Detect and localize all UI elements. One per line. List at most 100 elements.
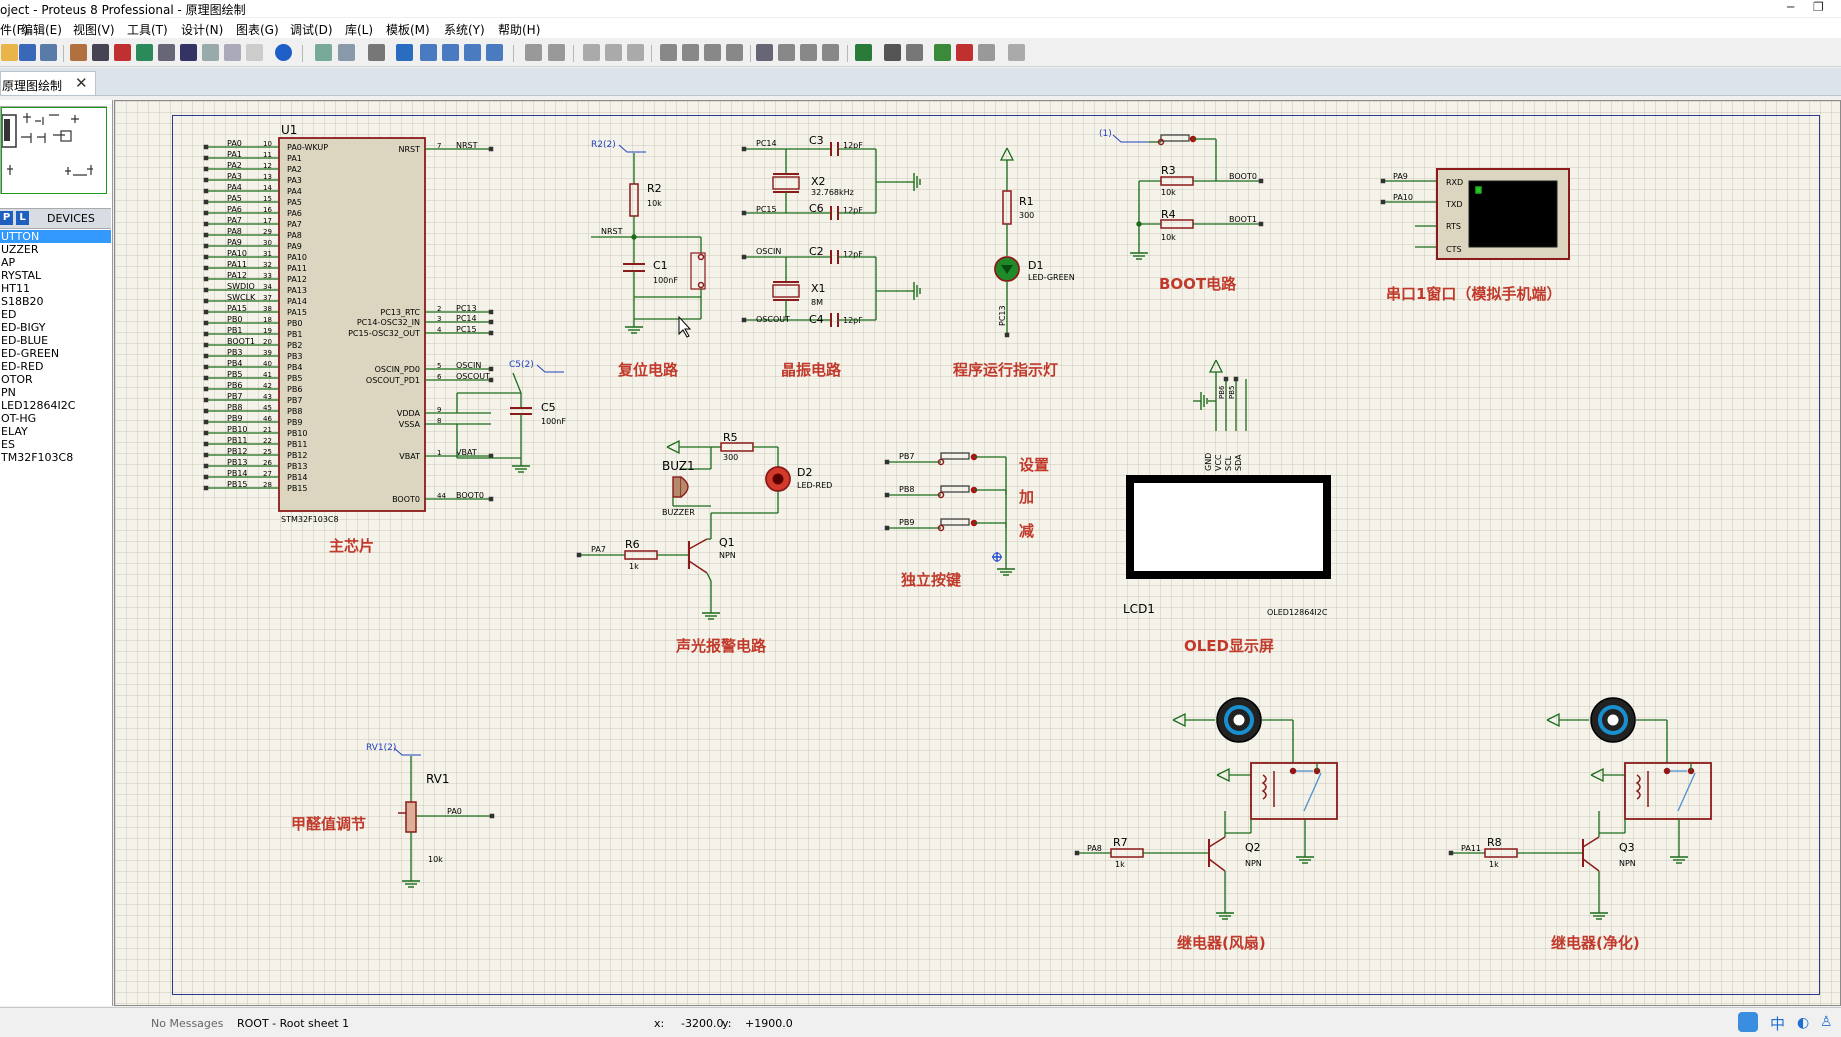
menu-bar: 件(F) 编辑(E) 视图(V) 工具(T) 设计(N) 图表(G) 调试(D)… [0,18,1841,38]
redo-icon[interactable] [548,44,565,61]
home-icon[interactable] [70,44,87,61]
device-list-item[interactable]: UTTON [0,230,111,243]
schematic-canvas[interactable]: U1 STM32F103C8 PA0 10 PA0-WKUP PA1 11 PA1 PA2 12 P… [114,100,1841,1006]
pin-end [741,210,747,216]
menu-view[interactable]: 视图(V) [73,21,115,38]
exit-to-parent-icon[interactable] [978,44,995,61]
ime-punctuation-icon[interactable]: ◐ [1797,1015,1809,1031]
search-icon[interactable] [884,44,901,61]
pc13-label: PC13 [998,305,1007,326]
origin-icon[interactable] [368,44,385,61]
menu-edit[interactable]: 编辑(E) [21,21,62,38]
close-tab-icon[interactable]: ✕ [75,74,88,92]
label-relay-purify: 继电器(净化) [1551,934,1640,952]
grid-icon[interactable] [338,44,355,61]
u1-pin-name: PA12 [287,275,307,284]
device-list-item[interactable]: HT11 [0,282,111,295]
x2-ref: X2 [811,175,826,188]
cut-icon[interactable] [583,44,600,61]
save-all-icon[interactable] [40,44,57,61]
zoom-area-icon[interactable] [486,44,503,61]
device-list-item[interactable]: ELAY [0,425,111,438]
device-list-item[interactable]: S18B20 [0,295,111,308]
menu-library[interactable]: 库(L) [345,21,373,38]
transistor [1582,858,1600,872]
source-icon[interactable] [224,44,241,61]
device-list-item[interactable]: ED-RED [0,360,111,373]
device-list-item[interactable]: ES [0,438,111,451]
ime-mode-indicator[interactable]: 中 [1770,1013,1785,1034]
notes-icon[interactable] [202,44,219,61]
remove-sheet-icon[interactable] [956,44,973,61]
u1-pin-net: PB10 [227,425,248,434]
zoom-out-icon[interactable] [442,44,459,61]
report-icon[interactable] [246,44,263,61]
menu-system[interactable]: 系统(Y) [444,21,485,38]
schematic-icon[interactable] [92,44,109,61]
zoom-all-icon[interactable] [464,44,481,61]
refresh-icon[interactable] [315,44,332,61]
relay-q-ref: Q3 [1619,841,1635,854]
decompose-icon[interactable] [822,44,839,61]
gerber-icon[interactable] [158,44,175,61]
pc15-label: PC15 [756,205,777,214]
pick-devices-button[interactable]: P [0,211,13,225]
pick-device-icon[interactable] [756,44,773,61]
device-list-item[interactable]: ED-BIGY [0,321,111,334]
undo-icon[interactable] [525,44,542,61]
minimize-button[interactable]: ─ [1787,0,1794,14]
pcb-icon[interactable] [114,44,131,61]
device-list-item[interactable]: ED-GREEN [0,347,111,360]
overview-window[interactable] [0,106,107,194]
library-manager-button[interactable]: L [16,211,29,225]
pin-end [203,397,209,403]
new-sheet-icon[interactable] [934,44,951,61]
menu-graph[interactable]: 图表(G) [236,21,279,38]
device-list-item[interactable]: PN [0,386,111,399]
pin-end [203,419,209,425]
help-icon[interactable] [275,44,292,61]
design-explorer-icon[interactable] [1008,44,1025,61]
device-list-item[interactable]: UZZER [0,243,111,256]
menu-template[interactable]: 模板(M) [386,21,430,38]
bom-icon[interactable] [180,44,197,61]
packaging-icon[interactable] [800,44,817,61]
ime-user-icon[interactable]: ♙ [1820,1014,1833,1030]
u1-pin-name: PA6 [287,209,302,218]
menu-debug[interactable]: 调试(D) [290,21,333,38]
restore-button[interactable]: ❐ [1813,0,1824,14]
save-icon[interactable] [19,44,36,61]
open-icon[interactable] [1,44,18,61]
device-list-item[interactable]: AP [0,256,111,269]
block-copy-icon[interactable] [660,44,677,61]
device-list-item[interactable]: TM32F103C8 [0,451,111,464]
pan-icon[interactable] [396,44,413,61]
block-rotate-icon[interactable] [704,44,721,61]
u1-pin-net: PB5 [227,370,242,379]
device-list-item[interactable]: ED-BLUE [0,334,111,347]
d2-ref: D2 [797,466,812,479]
tab-label: 原理图绘制 [2,79,63,93]
copy-icon[interactable] [605,44,622,61]
device-list-item[interactable]: OT-HG [0,412,111,425]
block-move-icon[interactable] [682,44,699,61]
device-list-item[interactable]: RYSTAL [0,269,111,282]
make-device-icon[interactable] [778,44,795,61]
power-arrow [1216,767,1230,783]
3d-icon[interactable] [136,44,153,61]
menu-tools[interactable]: 工具(T) [127,21,168,38]
zoom-in-icon[interactable] [420,44,437,61]
menu-design[interactable]: 设计(N) [181,21,223,38]
wire-autorouter-icon[interactable] [855,44,872,61]
messages-status[interactable]: No Messages [151,1017,223,1030]
tab-schematic[interactable]: 原理图绘制 ✕ [0,71,96,95]
paste-icon[interactable] [627,44,644,61]
menu-help[interactable]: 帮助(H) [498,21,540,38]
title-bar: oject - Proteus 8 Professional - 原理图绘制 ─… [0,0,1841,17]
ime-logo-icon[interactable] [1738,1012,1758,1032]
block-delete-icon[interactable] [726,44,743,61]
device-list-item[interactable]: LED12864I2C [0,399,111,412]
property-tool-icon[interactable] [906,44,923,61]
device-list-item[interactable]: ED [0,308,111,321]
device-list-item[interactable]: OTOR [0,373,111,386]
